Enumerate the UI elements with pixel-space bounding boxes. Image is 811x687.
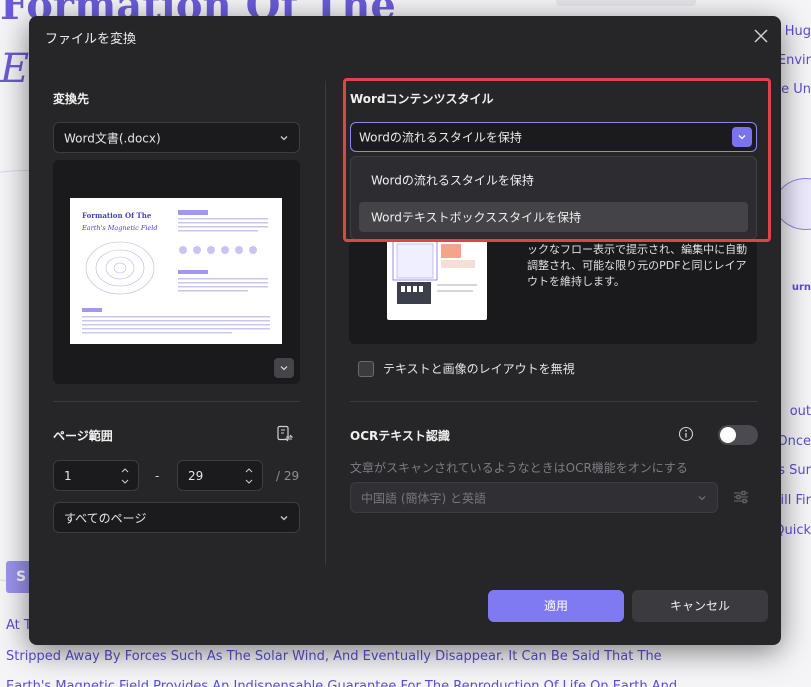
bg-fragment: Hug <box>784 24 811 39</box>
style-description-box: ックなフロー表示で提示され、編集中に自動調整され、可能な限り元のPDFと同じレイ… <box>349 240 757 344</box>
divider <box>350 401 757 402</box>
preview-expand-button[interactable] <box>274 358 294 378</box>
ocr-info-button[interactable] <box>678 426 694 442</box>
style-option-flow[interactable]: Wordの流れるスタイルを保持 <box>359 165 748 195</box>
preview-thumbnail: Formation Of The Earth's Magnetic Field <box>70 198 282 344</box>
bg-fragment: Once <box>777 434 811 449</box>
style-option-textbox[interactable]: Wordテキストボックススタイルを保持 <box>359 202 748 232</box>
page-range-label: ページ範囲 <box>53 429 113 443</box>
column-divider <box>325 81 326 565</box>
dialog-title: ファイルを変換 <box>45 32 137 47</box>
toggle-knob <box>720 427 736 443</box>
bg-fragment: s Sur <box>778 463 811 478</box>
bg-fragment: out <box>789 404 811 419</box>
page-from-value: 1 <box>64 468 72 483</box>
style-illustration <box>387 240 487 320</box>
close-icon <box>754 29 768 43</box>
bg-text-line: Earth's Magnetic Field Provides An Indis… <box>6 679 678 687</box>
chevron-down-icon <box>738 135 746 140</box>
bg-fragment: urn <box>791 282 811 293</box>
close-button[interactable] <box>749 24 773 48</box>
bg-text-line: At T <box>6 618 32 633</box>
ocr-toggle[interactable] <box>718 425 758 445</box>
stepper-arrows-icon <box>121 468 129 484</box>
format-select[interactable]: Word文書(.docx) <box>53 122 300 153</box>
page-total: / 29 <box>276 469 300 483</box>
ocr-label: OCRテキスト認識 <box>350 429 450 443</box>
ignore-layout-checkbox[interactable] <box>358 361 374 377</box>
content-style-select[interactable]: Wordの流れるスタイルを保持 <box>350 122 757 152</box>
page-range-select-icon[interactable] <box>275 424 295 444</box>
format-label: 変換先 <box>53 92 90 106</box>
ocr-language-select[interactable]: 中国語 (簡体字) と英語 <box>350 482 718 513</box>
thumb-title-1: Formation Of The <box>82 211 152 220</box>
page-to-stepper[interactable]: 29 <box>177 460 263 491</box>
document-preview: Formation Of The Earth's Magnetic Field <box>53 160 300 384</box>
style-option-label: Wordの流れるスタイルを保持 <box>371 173 534 188</box>
background-toolbar <box>556 0 696 6</box>
ignore-layout-label: テキストと画像のレイアウトを無視 <box>383 362 575 376</box>
page-to-value: 29 <box>188 468 204 483</box>
ocr-settings-button[interactable] <box>732 488 750 506</box>
chevron-down-icon <box>280 135 288 140</box>
page-select-value: すべてのページ <box>64 511 147 525</box>
chevron-down-icon <box>698 495 706 500</box>
sliders-icon <box>734 490 748 504</box>
ocr-language-value: 中国語 (簡体字) と英語 <box>361 491 486 505</box>
style-select-toggle[interactable] <box>732 127 752 147</box>
thumb-title-2: Earth's Magnetic Field <box>81 224 158 232</box>
chevron-down-icon <box>280 515 288 520</box>
bg-text-line: Stripped Away By Forces Such As The Sola… <box>6 649 662 664</box>
chevron-down-icon <box>280 366 288 371</box>
page-from-stepper[interactable]: 1 <box>53 460 139 491</box>
info-icon <box>678 426 694 442</box>
cancel-button[interactable]: キャンセル <box>632 590 768 622</box>
stepper-arrows-icon <box>245 468 253 484</box>
style-dropdown-menu: Wordの流れるスタイルを保持 Wordテキストボックススタイルを保持 <box>350 156 757 240</box>
bg-fragment: Envir <box>777 53 811 68</box>
range-dash: - <box>155 469 160 483</box>
style-selected-value: Wordの流れるスタイルを保持 <box>359 130 522 145</box>
style-description: ックなフロー表示で提示され、編集中に自動調整され、可能な限り元のPDFと同じレイ… <box>527 243 748 288</box>
divider <box>53 401 300 402</box>
convert-file-dialog: ファイルを変換 変換先 Word文書(.docx) Formation Of T… <box>29 16 781 645</box>
bg-fragment: ill Fir <box>780 493 811 508</box>
background-title-italic: E <box>0 46 30 92</box>
apply-button[interactable]: 適用 <box>488 590 624 622</box>
format-select-value: Word文書(.docx) <box>64 131 161 145</box>
ocr-description: 文章がスキャンされているようなときはOCR機能をオンにする <box>350 461 688 475</box>
page-select-icon <box>277 425 294 442</box>
style-label: Wordコンテンツスタイル <box>350 92 494 106</box>
page-select[interactable]: すべてのページ <box>53 502 300 533</box>
bg-fragment: e Un <box>781 82 811 97</box>
style-option-label: Wordテキストボックススタイルを保持 <box>371 210 582 225</box>
